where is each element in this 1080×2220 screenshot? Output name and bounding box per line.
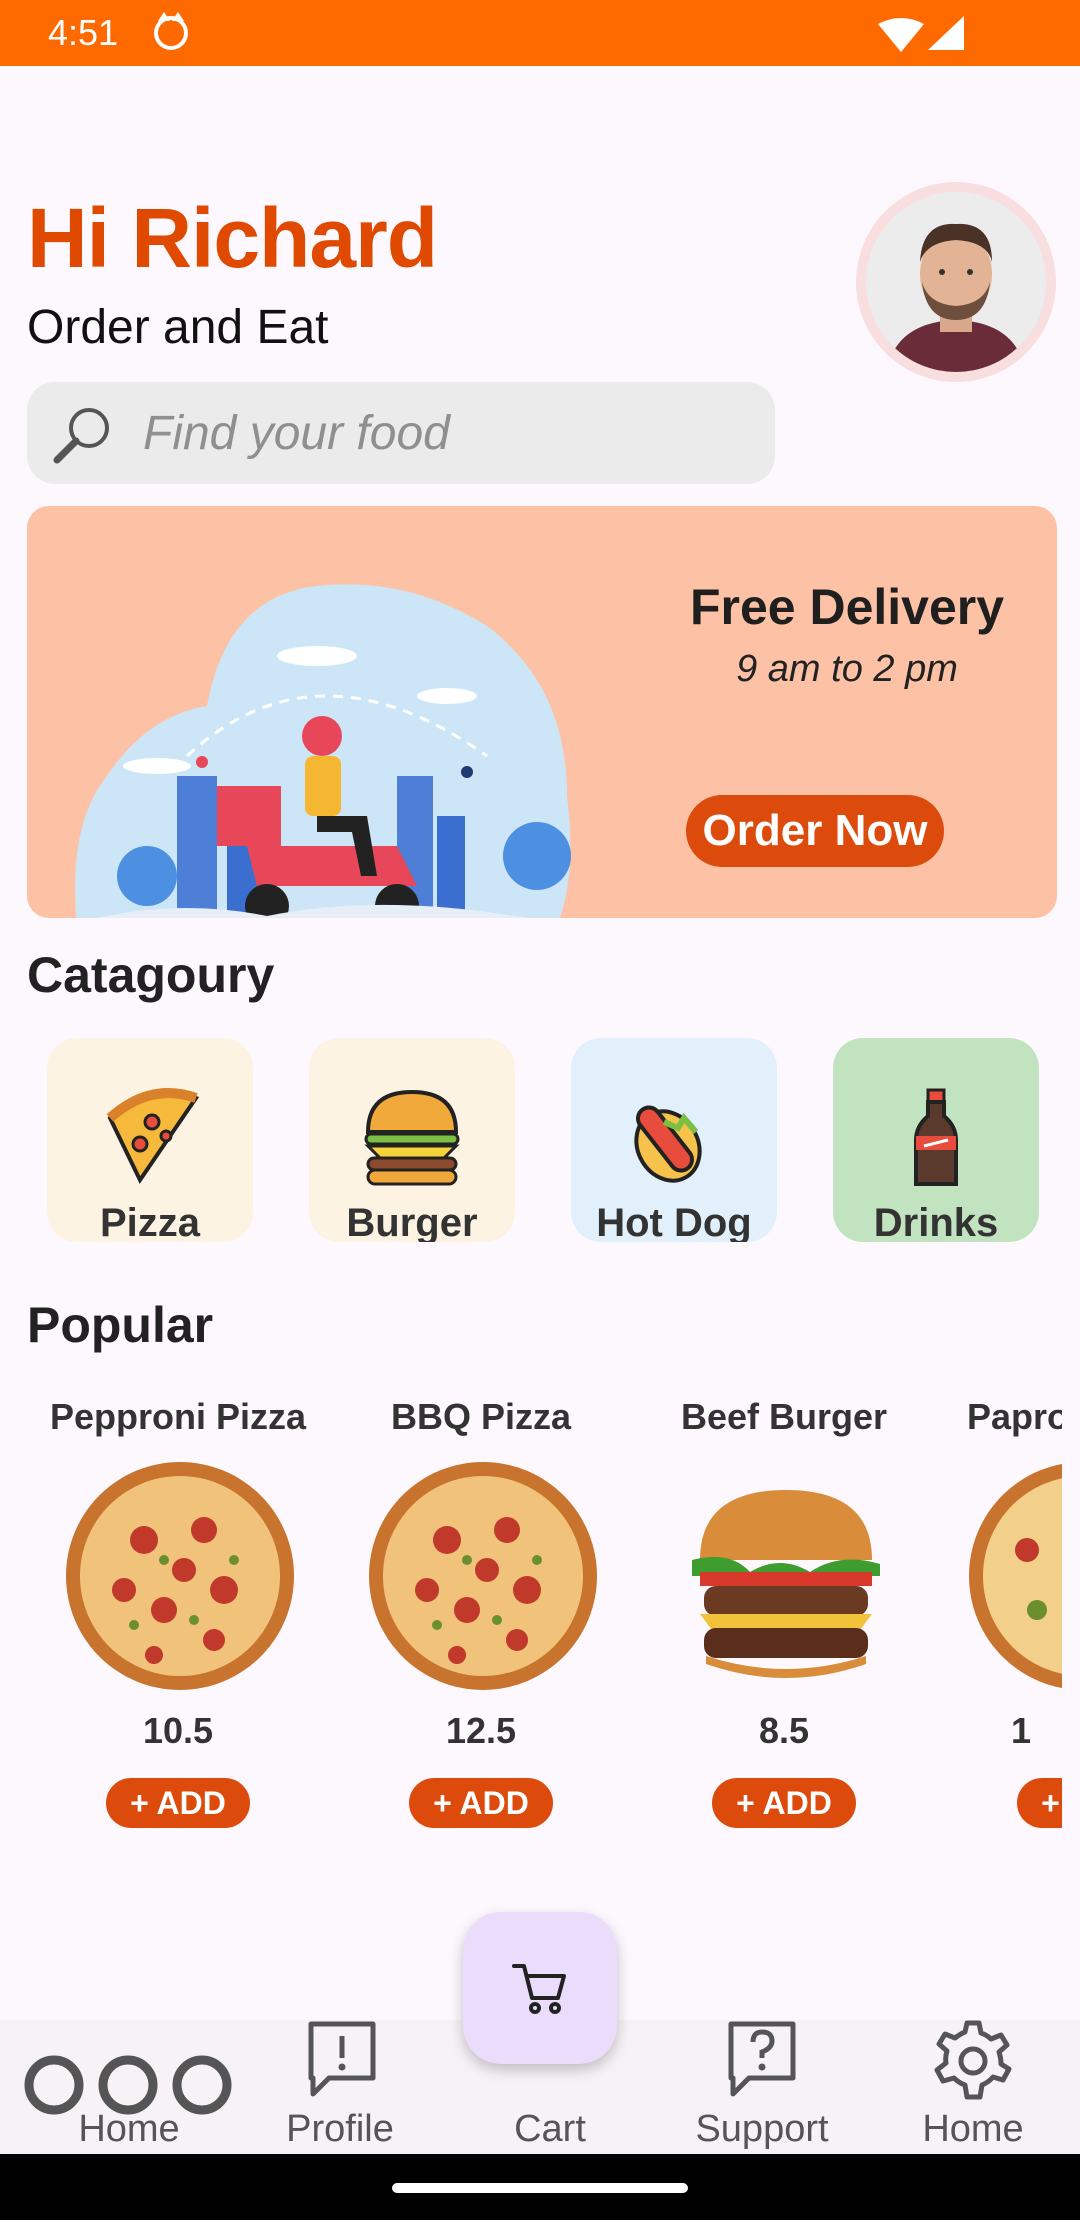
three-circles-icon [24,2055,232,2115]
exclamation-bubble-icon [308,2021,376,2097]
status-bar: 4:51 [0,0,1080,66]
popular-item-price: 10.5 [142,1710,214,1751]
burger-photo [692,1490,880,1678]
category-section-title: Catagoury [27,947,275,1003]
pizza-photo [369,1462,597,1690]
category-label: Burger [346,1201,478,1242]
popular-item-name: BBQ Pizza [390,1396,572,1437]
drink-bottle-icon [914,1088,958,1186]
category-card-pizza[interactable]: Pizza [47,1038,253,1242]
category-label: Drinks [873,1201,999,1242]
category-card-hotdog[interactable]: Hot Dog [571,1038,777,1242]
search-bar[interactable] [27,382,775,484]
banner-title: Free Delivery [689,579,1005,635]
nav-label: Home [78,2108,180,2150]
delivery-scooter-illustration [75,584,571,918]
nav-item-profile[interactable]: Profile [235,2020,445,2154]
cart-icon [512,1964,566,2014]
wifi-icon [878,18,924,52]
pizza-icon [106,1088,200,1184]
popular-item-price: 1 [1011,1710,1032,1751]
popular-section-title: Popular [27,1297,214,1353]
status-time: 4:51 [48,12,119,53]
home-gesture-pill[interactable] [392,2183,688,2193]
greeting-title: Hi Richard [27,191,438,285]
promo-banner[interactable]: Free Delivery 9 am to 2 pm Order Now [27,506,1057,918]
avatar-photo [866,192,1046,372]
signal-icon [928,16,964,50]
nav-label: Profile [286,2108,394,2150]
search-icon [53,408,109,464]
category-card-drinks[interactable]: Drinks [833,1038,1039,1242]
search-input[interactable] [143,400,743,466]
popular-item-name: Pepproni Pizza [49,1396,307,1437]
question-bubble-icon [728,2021,796,2097]
avatar[interactable] [856,182,1056,382]
nav-item-settings-home[interactable]: Home [868,2020,1078,2154]
greeting-subtitle: Order and Eat [27,301,329,354]
hotdog-icon [634,1105,702,1183]
category-label: Hot Dog [596,1201,752,1242]
burger-icon [364,1089,460,1186]
pizza-photo [66,1462,294,1690]
popular-item-price: 12.5 [445,1710,517,1751]
nav-label: Home [922,2108,1024,2150]
popular-list[interactable]: Pepproni Pizza 10.5 + ADD BBQ Pizza 12.5 [0,1390,1062,1850]
category-label: Pizza [99,1201,201,1242]
add-to-cart-button[interactable]: + ADD [409,1778,553,1828]
add-to-cart-button[interactable]: + ADD [106,1778,250,1828]
nav-item-support[interactable]: Support [657,2020,867,2154]
popular-item-price: 8.5 [758,1710,810,1751]
cart-fab-button[interactable] [463,1912,617,2064]
order-now-button[interactable]: Order Now [686,795,944,867]
popular-item-name: Beef Burger [680,1396,888,1437]
nav-label: Support [695,2108,829,2150]
pizza-photo [969,1463,1062,1689]
nav-label: Cart [514,2108,586,2150]
add-to-cart-button[interactable]: + ADD [712,1778,856,1828]
category-card-burger[interactable]: Burger [309,1038,515,1242]
cat-notification-icon [154,12,188,50]
popular-item-name: Papro [967,1396,1062,1437]
nav-item-home[interactable]: Home [24,2020,234,2154]
banner-subtitle: 9 am to 2 pm [736,648,958,690]
gear-icon [934,2020,1012,2100]
add-to-cart-button[interactable]: + ADD [1017,1778,1062,1828]
